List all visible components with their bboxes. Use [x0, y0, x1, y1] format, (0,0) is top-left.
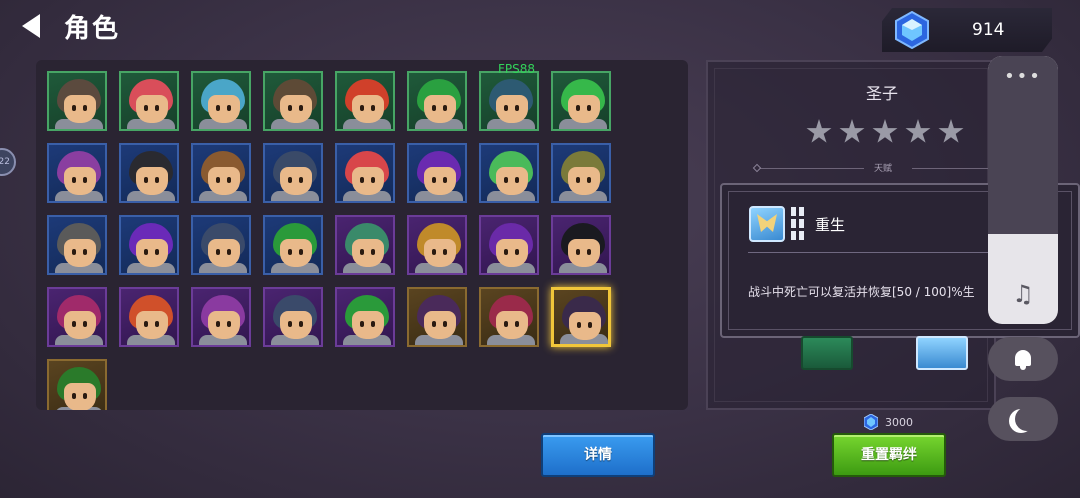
skill-name: 重生	[815, 216, 846, 234]
music-note-icon: ♫	[1012, 280, 1034, 308]
character-face	[352, 239, 384, 267]
character-slot[interactable]	[479, 143, 539, 203]
skill-level-pips	[791, 207, 805, 241]
fps-counter: FPS88	[498, 62, 536, 76]
page-title: 角色	[64, 14, 121, 44]
character-face	[352, 311, 384, 339]
character-face	[424, 167, 456, 195]
character-face	[136, 95, 168, 123]
reset-bond-button[interactable]: 重置羁绊	[832, 433, 946, 477]
character-slot[interactable]	[47, 71, 107, 131]
back-button[interactable]	[20, 12, 46, 40]
character-face	[208, 239, 240, 267]
more-dots-icon[interactable]: •••	[988, 66, 1058, 87]
character-slot[interactable]	[479, 71, 539, 131]
wings-skill-icon[interactable]	[916, 336, 968, 370]
divider	[912, 168, 988, 169]
character-face	[136, 167, 168, 195]
character-slot[interactable]	[119, 215, 179, 275]
moon-icon	[1015, 407, 1039, 431]
divider	[760, 168, 864, 169]
character-face	[496, 239, 528, 267]
character-slot[interactable]	[47, 215, 107, 275]
character-face	[496, 95, 528, 123]
character-face	[208, 167, 240, 195]
volume-slider[interactable]: ••• ♫	[988, 56, 1058, 324]
character-roster	[36, 60, 688, 410]
gem-counter: 914	[882, 8, 1052, 52]
character-face	[352, 95, 384, 123]
character-face	[496, 167, 528, 195]
character-slot[interactable]	[119, 143, 179, 203]
character-slot[interactable]	[263, 215, 323, 275]
character-slot[interactable]	[47, 359, 107, 410]
character-slot[interactable]	[551, 215, 611, 275]
character-face	[424, 311, 456, 339]
character-slot[interactable]	[407, 71, 467, 131]
wings-skill-icon	[749, 206, 785, 242]
character-slot[interactable]	[479, 215, 539, 275]
character-slot[interactable]	[119, 287, 179, 347]
bell-icon	[1012, 348, 1034, 370]
character-face	[280, 311, 312, 339]
character-face	[424, 239, 456, 267]
character-slot[interactable]	[407, 287, 467, 347]
night-mode-button[interactable]	[988, 397, 1058, 441]
character-slot[interactable]	[335, 143, 395, 203]
character-face	[568, 167, 600, 195]
character-face	[208, 311, 240, 339]
notification-button[interactable]	[988, 337, 1058, 381]
character-slot[interactable]	[263, 143, 323, 203]
character-slot[interactable]	[479, 287, 539, 347]
gem-icon	[894, 11, 930, 49]
character-slot[interactable]	[119, 71, 179, 131]
character-slot[interactable]	[191, 71, 251, 131]
character-slot[interactable]	[191, 287, 251, 347]
character-name: 圣子	[866, 84, 899, 103]
character-slot[interactable]	[335, 71, 395, 131]
gem-count: 914	[972, 20, 1005, 40]
side-tab-button[interactable]: 22	[0, 148, 16, 176]
character-slot[interactable]	[47, 287, 107, 347]
character-slot[interactable]	[551, 287, 611, 347]
character-face	[64, 239, 96, 267]
character-face	[64, 311, 96, 339]
character-face	[280, 95, 312, 123]
character-slot[interactable]	[47, 143, 107, 203]
character-slot[interactable]	[407, 143, 467, 203]
character-slot[interactable]	[335, 215, 395, 275]
character-face	[208, 95, 240, 123]
character-face	[136, 239, 168, 267]
character-face	[496, 311, 528, 339]
character-face	[424, 95, 456, 123]
character-slot[interactable]	[263, 71, 323, 131]
character-slot[interactable]	[407, 215, 467, 275]
character-face	[64, 383, 96, 410]
character-face	[64, 95, 96, 123]
character-face	[64, 167, 96, 195]
character-face	[568, 239, 600, 267]
gem-icon	[864, 414, 878, 430]
skill-description: 战斗中死亡可以复活并恢复[50 / 100]%生	[748, 285, 975, 299]
character-face	[569, 312, 601, 340]
character-face	[136, 311, 168, 339]
character-slot[interactable]	[551, 143, 611, 203]
details-button[interactable]: 详情	[541, 433, 655, 477]
reset-cost: 3000	[885, 416, 913, 429]
character-face	[280, 239, 312, 267]
character-face	[568, 95, 600, 123]
character-face	[280, 167, 312, 195]
character-slot[interactable]	[191, 215, 251, 275]
character-slot[interactable]	[191, 143, 251, 203]
leaf-skill-icon[interactable]	[801, 336, 853, 370]
character-face	[352, 167, 384, 195]
character-slot[interactable]	[263, 287, 323, 347]
character-slot[interactable]	[551, 71, 611, 131]
talent-label: 天赋	[874, 164, 893, 174]
character-slot[interactable]	[335, 287, 395, 347]
